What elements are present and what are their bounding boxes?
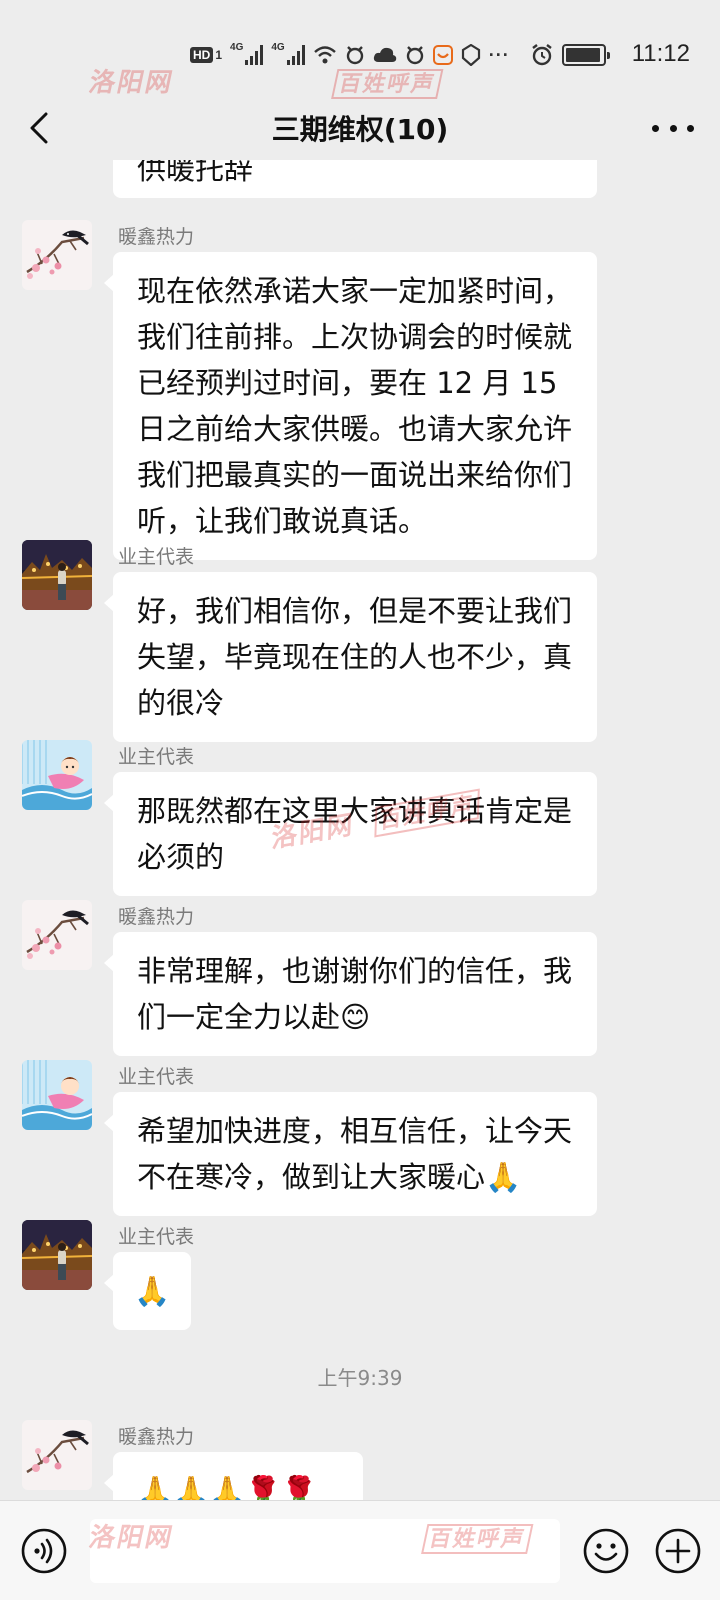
plum-blossom-avatar-image [22,220,92,290]
chevron-left-icon[interactable] [22,108,62,148]
night-city-avatar-image [22,1220,92,1290]
hd-icon: HD [190,47,214,63]
message-text: 那既然都在这里大家讲真话肯定是必须的 [137,794,573,874]
title-bar: 三期维权(10) [0,100,720,156]
sender-name: 暖鑫热力 [118,226,195,248]
message-bubble[interactable]: 好，我们相信你，但是不要让我们失望，毕竟现在住的人也不少，真的很冷 [104,572,597,742]
cartoon-girl-avatar-image [22,740,92,810]
alarm-icon [531,44,552,66]
status-time: 11:12 [631,40,690,67]
chat-title: 三期维权(10) [271,113,449,146]
input-bar: 洛阳网 百姓呼声 [0,1500,720,1600]
avatar-cartoon-girl[interactable] [22,740,92,810]
avatar-plum-blossom[interactable] [22,900,92,970]
message-bubble[interactable]: 供暖托辞 [113,160,597,198]
status-bar: HD 1 4G 4G ··· 11:12 [0,0,720,102]
avatar-plum-blossom[interactable] [22,220,92,290]
ellipsis-icon[interactable] [652,110,694,146]
chat-area[interactable]: 供暖托辞 暖鑫热力 现在依然承诺大家一定加紧时间，我们往前排。上次协调会的时候就… [0,160,720,1500]
message-input[interactable] [90,1519,560,1583]
time-separator: 上午9:39 [317,1366,403,1390]
message-text: 现在依然承诺大家一定加紧时间，我们往前排。上次协调会的时候就已经预判过时间，要在… [137,274,573,538]
status-icons: HD 1 4G 4G ··· [190,40,610,70]
plum-blossom-avatar-image [22,900,92,970]
hd-sub-label: 1 [215,48,223,62]
network-4g-label-2: 4G [271,41,285,53]
cartoon-girl-avatar-image [22,1060,92,1130]
message-bubble[interactable]: 希望加快进度，相互信任，让今天不在寒冷，做到让大家暖心🙏 [104,1092,597,1216]
alarm-app-icon [346,46,363,65]
battery-fill [565,48,600,62]
avatar-night-city[interactable] [22,1220,92,1290]
message-bubble[interactable]: 现在依然承诺大家一定加紧时间，我们往前排。上次协调会的时候就已经预判过时间，要在… [104,252,597,560]
message-text: 希望加快进度，相互信任，让今天不在寒冷，做到让大家暖心🙏 [137,1114,573,1194]
sender-name: 业主代表 [118,546,195,568]
message-bubble[interactable]: 🙏🙏🙏🌹🌹🌹 [104,1452,363,1500]
avatar-plum-blossom[interactable] [22,1420,92,1490]
signal-icon [245,45,264,65]
message-bubble[interactable]: 那既然都在这里大家讲真话肯定是必须的 [104,772,597,896]
avatar-night-city[interactable] [22,540,92,610]
network-4g-label: 4G [230,41,244,53]
sender-name: 暖鑫热力 [118,906,195,928]
plus-icon[interactable] [654,1527,702,1575]
avatar-cartoon-girl[interactable] [22,1060,92,1130]
wifi-icon [313,46,336,64]
message-text: 🙏 [133,1274,171,1308]
message-bubble[interactable]: 🙏 [104,1252,191,1330]
sender-name: 暖鑫热力 [118,1426,195,1448]
sender-name: 业主代表 [118,746,195,768]
shield-icon [461,44,480,66]
notification-icon [406,46,423,65]
emoji-icon[interactable] [582,1527,630,1575]
message-bubble[interactable]: 非常理解，也谢谢你们的信任，我们一定全力以赴😊 [104,932,597,1056]
message-text: 供暖托辞 [137,160,254,186]
voice-icon[interactable] [20,1527,68,1575]
message-text: 🙏🙏🙏🌹🌹🌹 [137,1474,318,1500]
night-city-avatar-image [22,540,92,610]
cloud-icon [373,47,396,62]
sender-name: 业主代表 [118,1226,195,1248]
message-text: 好，我们相信你，但是不要让我们失望，毕竟现在住的人也不少，真的很冷 [137,594,573,720]
message-text: 非常理解，也谢谢你们的信任，我们一定全力以赴😊 [137,954,573,1034]
sender-name: 业主代表 [118,1066,195,1088]
battery-icon [561,44,610,66]
plum-blossom-avatar-image [22,1420,92,1490]
signal-icon-2 [286,45,305,65]
app-icon [432,45,453,65]
more-notifications-icon: ··· [488,44,510,65]
